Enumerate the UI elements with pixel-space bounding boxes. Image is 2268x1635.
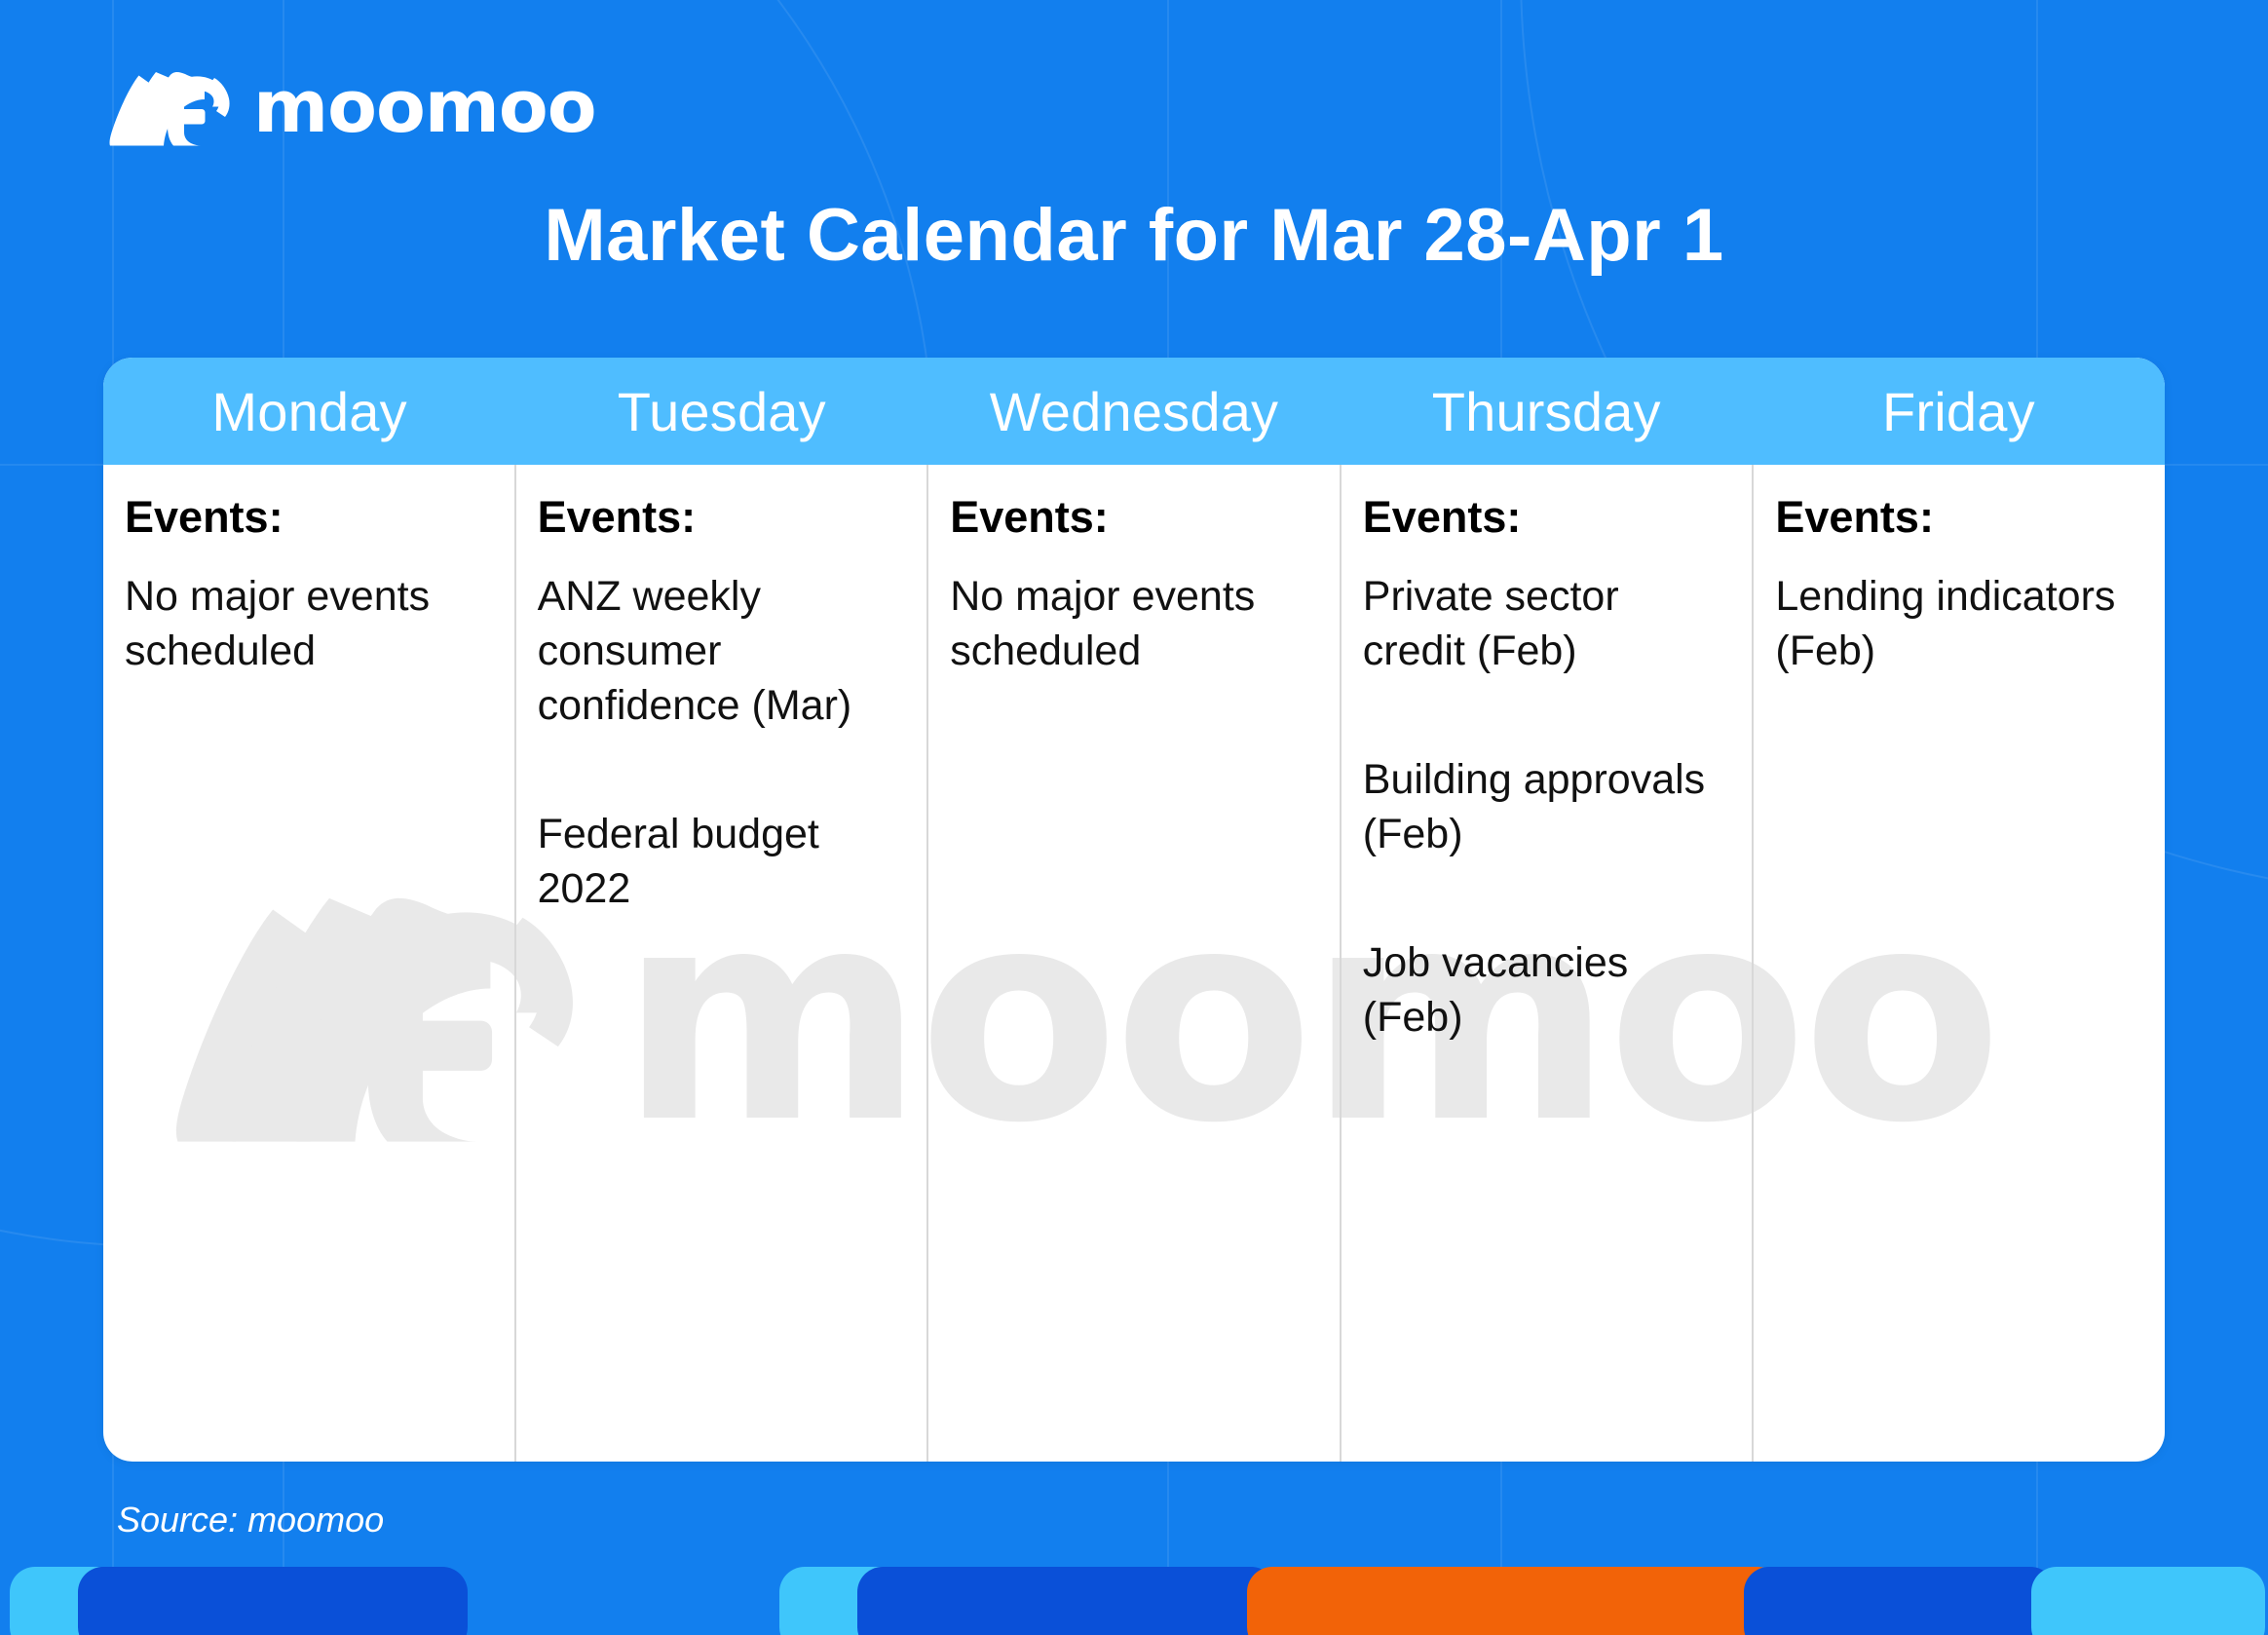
calendar-day-grid: moomoo Events: No major events scheduled… <box>103 465 2165 1462</box>
event-item: Private sector credit (Feb) <box>1362 573 1619 675</box>
events-label: Events: <box>1775 492 1934 542</box>
day-column-friday: Events: Lending indicators (Feb) <box>1754 465 2165 1462</box>
decor-block-3 <box>857 1567 1276 1635</box>
events-label: Events: <box>537 492 697 542</box>
event-item: Building approvals (Feb) <box>1362 756 1706 857</box>
brand-logo: moomoo <box>105 65 597 149</box>
moomoo-bull-logo-icon <box>105 66 232 148</box>
weekday-header-thursday: Thursday <box>1431 380 1661 442</box>
decor-block-1 <box>78 1567 468 1635</box>
event-item: No major events scheduled <box>125 573 431 675</box>
event-item: No major events scheduled <box>950 573 1256 675</box>
calendar-infographic-canvas: moomoo Market Calendar for Mar 28-Apr 1 … <box>0 0 2268 1635</box>
page-title: Market Calendar for Mar 28-Apr 1 <box>544 194 1724 277</box>
weekday-header-friday: Friday <box>1882 380 2035 442</box>
day-column-monday: Events: No major events scheduled <box>103 465 516 1462</box>
weekday-header-row: Monday Tuesday Wednesday Thursday Friday <box>103 358 2165 465</box>
day-column-wednesday: Events: No major events scheduled <box>928 465 1342 1462</box>
source-note: Source: moomoo <box>117 1500 385 1540</box>
event-item: Lending indicators (Feb) <box>1775 573 2116 675</box>
events-label: Events: <box>125 492 284 542</box>
day-column-thursday: Events: Private sector credit (Feb) Buil… <box>1342 465 1755 1462</box>
day-column-tuesday: Events: ANZ weekly consumer confidence (… <box>516 465 929 1462</box>
bottom-decor-bar <box>0 1567 2268 1635</box>
events-label: Events: <box>1362 492 1522 542</box>
events-label: Events: <box>950 492 1109 542</box>
weekday-header-tuesday: Tuesday <box>617 380 826 442</box>
event-item: Federal budget 2022 <box>537 810 819 912</box>
background-grid-line <box>0 464 115 466</box>
weekday-header-wednesday: Wednesday <box>989 380 1279 442</box>
brand-name: moomoo <box>253 65 597 149</box>
event-item: ANZ weekly consumer confidence (Mar) <box>537 573 852 730</box>
decor-block-6 <box>2031 1567 2265 1635</box>
weekday-header-monday: Monday <box>211 380 407 442</box>
decor-block-4 <box>1247 1567 1783 1635</box>
calendar-card: Monday Tuesday Wednesday Thursday Friday <box>103 358 2165 1462</box>
decor-block-5 <box>1744 1567 2056 1635</box>
event-item: Job vacancies (Feb) <box>1362 938 1629 1041</box>
